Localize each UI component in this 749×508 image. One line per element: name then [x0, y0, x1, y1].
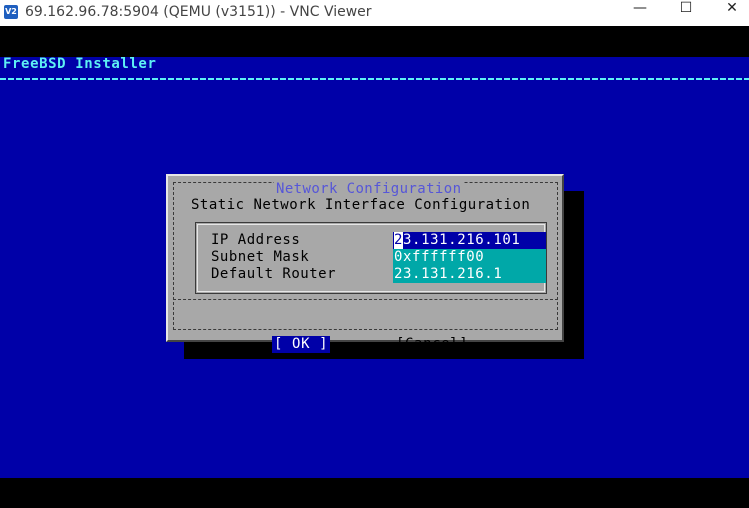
form-box-inner: IP Address 23.131.216.101 Subnet Mask 0x… — [197, 224, 548, 292]
cancel-button[interactable]: [Cancel] — [396, 336, 468, 353]
button-separator — [173, 299, 558, 300]
form-box: IP Address 23.131.216.101 Subnet Mask 0x… — [195, 222, 547, 294]
ip-address-value: 3.131.216.101 — [403, 232, 521, 248]
close-icon[interactable]: ✕ — [709, 0, 749, 24]
vnc-screen[interactable]: FreeBSD Installer Network Configuration … — [0, 26, 749, 478]
ip-address-field[interactable]: 23.131.216.101 — [393, 232, 546, 249]
maximize-icon[interactable]: ☐ — [663, 0, 709, 24]
dialog-subtitle: Static Network Interface Configuration — [191, 197, 531, 213]
window-titlebar: V2 69.162.96.78:5904 (QEMU (v3151)) - VN… — [0, 0, 749, 27]
viewer-bottom-area — [0, 478, 749, 508]
subnet-mask-field[interactable]: 0xffffff00 — [393, 249, 546, 266]
form-row-router: Default Router 23.131.216.1 — [198, 266, 548, 283]
ok-button[interactable]: [ OK ] — [272, 336, 331, 353]
form-row-subnet: Subnet Mask 0xffffff00 — [198, 249, 548, 266]
subnet-mask-label: Subnet Mask — [211, 249, 310, 265]
dialog-title: Network Configuration — [274, 181, 464, 197]
default-router-field[interactable]: 23.131.216.1 — [393, 266, 546, 283]
default-router-label: Default Router — [211, 266, 337, 282]
network-config-dialog: Network Configuration Static Network Int… — [166, 174, 564, 353]
window-title: 69.162.96.78:5904 (QEMU (v3151)) - VNC V… — [25, 4, 372, 20]
minimize-icon[interactable]: — — [617, 0, 663, 24]
text-cursor: 2 — [394, 232, 404, 249]
ip-address-label: IP Address — [211, 232, 301, 248]
installer-title: FreeBSD Installer — [3, 56, 157, 72]
title-divider — [0, 78, 749, 80]
form-row-ip: IP Address 23.131.216.101 — [198, 232, 548, 249]
dialog-frame: Network Configuration Static Network Int… — [173, 181, 558, 330]
vnc-app-icon: V2 — [4, 5, 18, 19]
